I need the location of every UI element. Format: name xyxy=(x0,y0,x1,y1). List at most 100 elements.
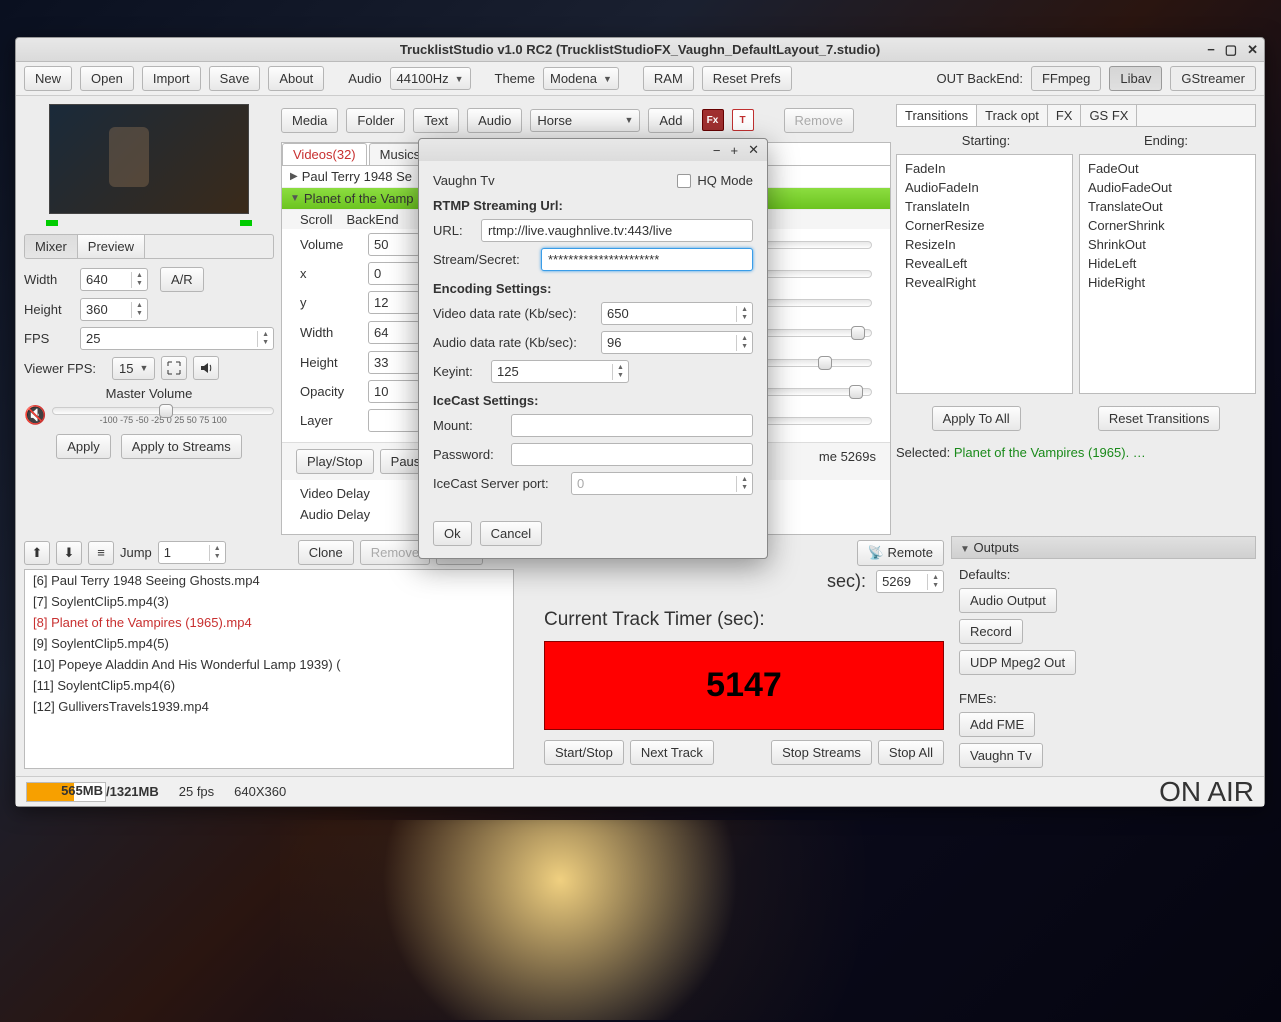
fullscreen-icon[interactable] xyxy=(161,356,187,380)
list-item[interactable]: RevealRight xyxy=(897,273,1072,292)
fps-spinner[interactable]: ▲▼ xyxy=(80,327,274,350)
playlist-item[interactable]: [10] Popeye Aladdin And His Wonderful La… xyxy=(25,654,513,675)
master-volume-slider[interactable] xyxy=(52,407,274,415)
password-input[interactable] xyxy=(511,443,753,466)
prop-layer[interactable] xyxy=(368,409,420,432)
tab-preview[interactable]: Preview xyxy=(78,235,145,258)
playlist-item[interactable]: [11] SoylentClip5.mp4(6) xyxy=(25,675,513,696)
list-item[interactable]: CornerResize xyxy=(897,216,1072,235)
tab-mixer[interactable]: Mixer xyxy=(25,235,78,258)
clone-button[interactable]: Clone xyxy=(298,540,354,565)
remove-button[interactable]: Remove xyxy=(784,108,854,133)
subtab-scroll[interactable]: Scroll xyxy=(300,212,333,227)
audio-button[interactable]: Audio xyxy=(467,108,522,133)
ffmpeg-button[interactable]: FFmpeg xyxy=(1031,66,1101,91)
list-item[interactable]: FadeIn xyxy=(897,159,1072,178)
folder-button[interactable]: Folder xyxy=(346,108,405,133)
remote-button[interactable]: 📡 Remote xyxy=(857,540,944,566)
record-button[interactable]: Record xyxy=(959,619,1023,644)
subtab-backend[interactable]: BackEnd xyxy=(347,212,399,227)
tab-gsfx[interactable]: GS FX xyxy=(1081,105,1137,126)
hq-mode-checkbox[interactable]: HQ Mode xyxy=(677,173,753,188)
adr-spinner[interactable]: ▲▼ xyxy=(601,331,753,354)
save-button[interactable]: Save xyxy=(209,66,261,91)
list-item[interactable]: ShrinkOut xyxy=(1080,235,1255,254)
audio-rate-combo[interactable]: 44100Hz▼ xyxy=(390,67,471,90)
dlg-close-icon[interactable]: ✕ xyxy=(748,142,759,158)
audio-output-button[interactable]: Audio Output xyxy=(959,588,1057,613)
ending-list[interactable]: FadeOutAudioFadeOutTranslateOutCornerShr… xyxy=(1079,154,1256,394)
media-button[interactable]: Media xyxy=(281,108,338,133)
theme-combo[interactable]: Modena▼ xyxy=(543,67,619,90)
dlg-maximize-icon[interactable]: + xyxy=(731,143,739,158)
next-track-button[interactable]: Next Track xyxy=(630,740,714,765)
cancel-button[interactable]: Cancel xyxy=(480,521,542,546)
list-item[interactable]: RevealLeft xyxy=(897,254,1072,273)
list-item[interactable]: CornerShrink xyxy=(1080,216,1255,235)
playlist-item[interactable]: [7] SoylentClip5.mp4(3) xyxy=(25,591,513,612)
prop-x[interactable] xyxy=(368,262,420,285)
height-spinner[interactable]: ▲▼ xyxy=(80,298,148,321)
width-spinner[interactable]: ▲▼ xyxy=(80,268,148,291)
list-item[interactable]: AudioFadeOut xyxy=(1080,178,1255,197)
stream-secret-input[interactable] xyxy=(541,248,753,271)
list-item[interactable]: AudioFadeIn xyxy=(897,178,1072,197)
close-icon[interactable]: ✕ xyxy=(1247,42,1258,58)
ram-button[interactable]: RAM xyxy=(643,66,694,91)
effect-icon-1[interactable]: Fx xyxy=(702,109,724,131)
prop-opacity[interactable] xyxy=(368,380,420,403)
vaughn-button[interactable]: Vaughn Tv xyxy=(959,743,1043,768)
url-input[interactable] xyxy=(481,219,753,242)
tab-fx[interactable]: FX xyxy=(1048,105,1082,126)
stop-all-button[interactable]: Stop All xyxy=(878,740,944,765)
jump-spinner[interactable]: ▲▼ xyxy=(158,541,226,564)
list-item[interactable]: TranslateIn xyxy=(897,197,1072,216)
prop-width[interactable] xyxy=(368,321,420,344)
playlist-item[interactable]: [6] Paul Terry 1948 Seeing Ghosts.mp4 xyxy=(25,570,513,591)
minimize-icon[interactable]: − xyxy=(1207,42,1215,58)
libav-button[interactable]: Libav xyxy=(1109,66,1162,91)
selected-value[interactable]: Planet of the Vampires (1965). … xyxy=(954,445,1146,460)
maximize-icon[interactable]: ▢ xyxy=(1225,42,1237,58)
tab-trackopt[interactable]: Track opt xyxy=(977,105,1048,126)
prop-y[interactable] xyxy=(368,291,420,314)
starting-list[interactable]: FadeInAudioFadeInTranslateInCornerResize… xyxy=(896,154,1073,394)
stop-streams-button[interactable]: Stop Streams xyxy=(771,740,872,765)
add-button[interactable]: Add xyxy=(648,108,693,133)
dlg-minimize-icon[interactable]: − xyxy=(713,143,721,158)
import-button[interactable]: Import xyxy=(142,66,201,91)
vdr-spinner[interactable]: ▲▼ xyxy=(601,302,753,325)
titlebar[interactable]: TrucklistStudio v1.0 RC2 (TrucklistStudi… xyxy=(16,38,1264,62)
reset-transitions-button[interactable]: Reset Transitions xyxy=(1098,406,1220,431)
playstop-button[interactable]: Play/Stop xyxy=(296,449,374,474)
apply-button[interactable]: Apply xyxy=(56,434,111,459)
playlist-item[interactable]: [12] GulliversTravels1939.mp4 xyxy=(25,696,513,717)
viewer-fps-combo[interactable]: 15▼ xyxy=(112,357,155,380)
list-item[interactable]: FadeOut xyxy=(1080,159,1255,178)
prop-height[interactable] xyxy=(368,351,420,374)
effect-icon-2[interactable]: T xyxy=(732,109,754,131)
move-down-icon[interactable]: ⬇ xyxy=(56,541,82,565)
gstreamer-button[interactable]: GStreamer xyxy=(1170,66,1256,91)
playlist[interactable]: [6] Paul Terry 1948 Seeing Ghosts.mp4[7]… xyxy=(24,569,514,769)
new-button[interactable]: New xyxy=(24,66,72,91)
list-icon[interactable]: ≡ xyxy=(88,541,114,565)
ok-button[interactable]: Ok xyxy=(433,521,472,546)
playlist-item[interactable]: [9] SoylentClip5.mp4(5) xyxy=(25,633,513,654)
add-fme-button[interactable]: Add FME xyxy=(959,712,1035,737)
apply-all-button[interactable]: Apply To All xyxy=(932,406,1021,431)
udp-button[interactable]: UDP Mpeg2 Out xyxy=(959,650,1076,675)
apply-streams-button[interactable]: Apply to Streams xyxy=(121,434,242,459)
track-combo[interactable]: Horse▼ xyxy=(530,109,640,132)
open-button[interactable]: Open xyxy=(80,66,134,91)
port-spinner[interactable]: ▲▼ xyxy=(571,472,753,495)
prop-volume[interactable] xyxy=(368,233,420,256)
startstop-button[interactable]: Start/Stop xyxy=(544,740,624,765)
reset-prefs-button[interactable]: Reset Prefs xyxy=(702,66,792,91)
list-item[interactable]: HideRight xyxy=(1080,273,1255,292)
ar-button[interactable]: A/R xyxy=(160,267,204,292)
speaker-icon[interactable] xyxy=(193,356,219,380)
move-up-icon[interactable]: ⬆ xyxy=(24,541,50,565)
sec-spinner[interactable]: ▲▼ xyxy=(876,570,944,593)
keyint-spinner[interactable]: ▲▼ xyxy=(491,360,629,383)
